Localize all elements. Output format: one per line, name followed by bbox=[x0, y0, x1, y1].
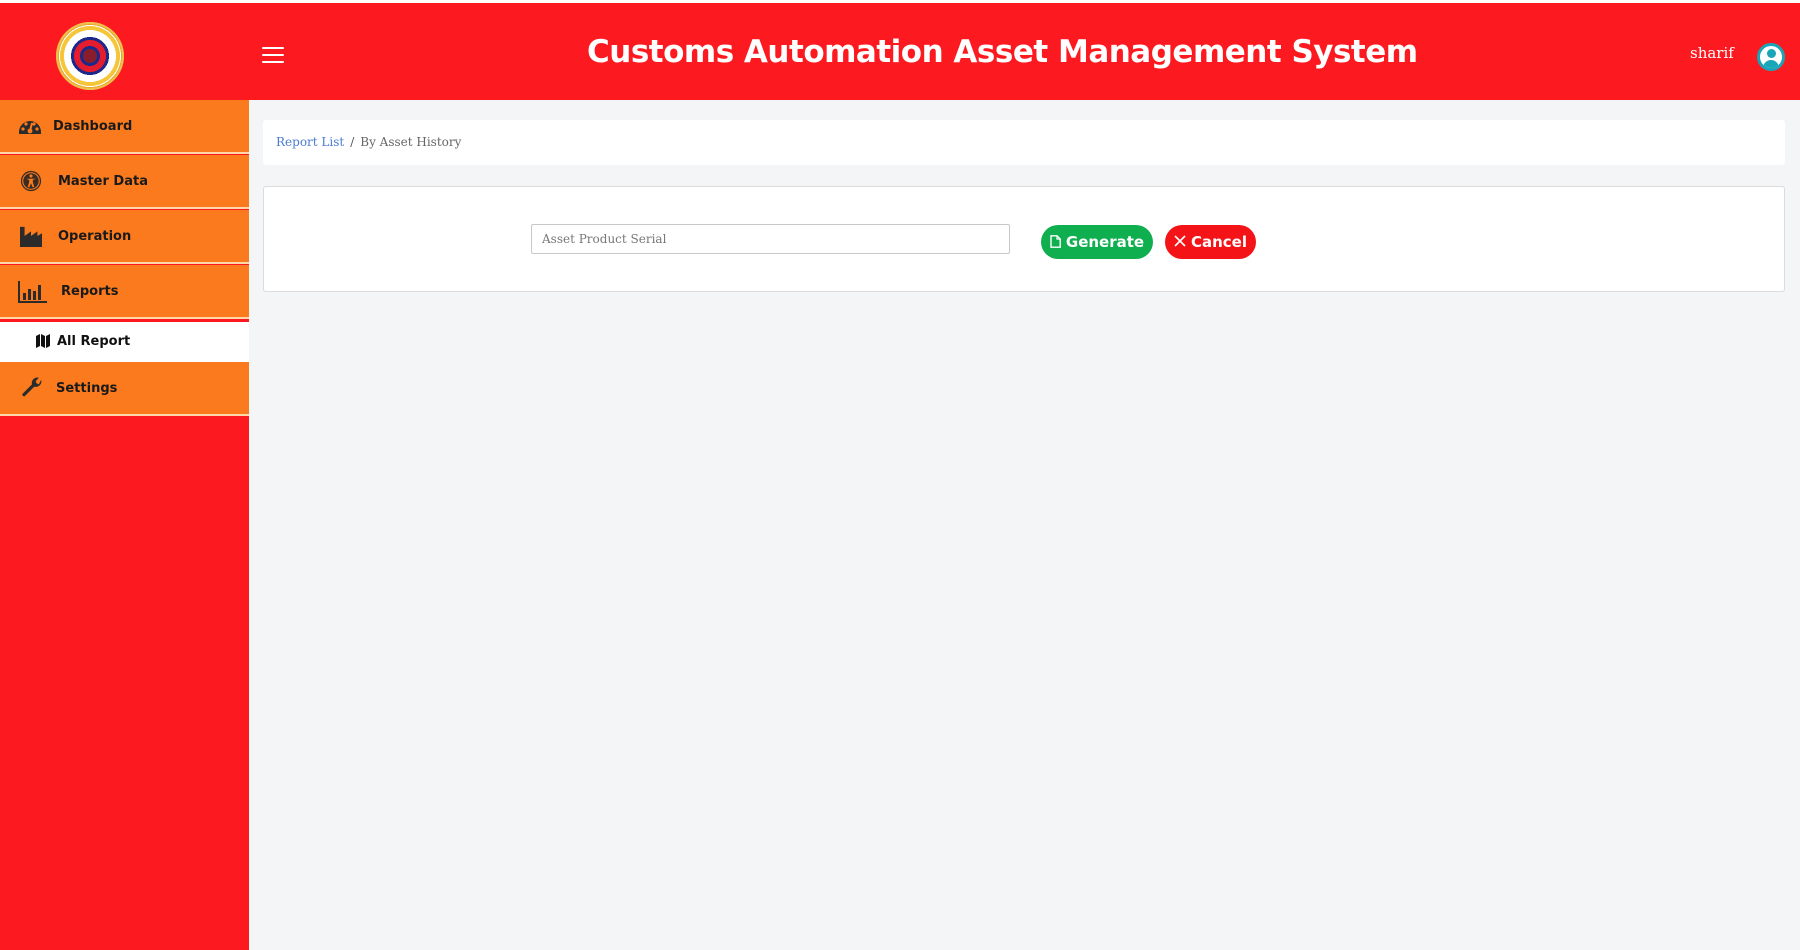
sidebar-item-label: Dashboard bbox=[53, 119, 133, 134]
sidebar-item-settings[interactable]: Settings bbox=[0, 362, 249, 416]
speedometer-icon bbox=[19, 121, 41, 134]
generate-button-label: Generate bbox=[1065, 233, 1145, 251]
cancel-button[interactable]: Cancel bbox=[1165, 225, 1256, 259]
logo-center bbox=[83, 49, 97, 63]
hamburger-menu-icon[interactable] bbox=[262, 47, 284, 63]
user-avatar-icon[interactable] bbox=[1757, 43, 1785, 71]
sidebar-subitem-all-report[interactable]: All Report bbox=[0, 322, 249, 362]
wrench-icon bbox=[22, 377, 42, 397]
sidebar-subitem-label: All Report bbox=[57, 334, 131, 349]
report-form-card: Generate Cancel bbox=[263, 186, 1785, 292]
factory-icon bbox=[20, 226, 42, 247]
main-content: Report List / By Asset History Generate Ca… bbox=[249, 100, 1800, 950]
app-title: Customs Automation Asset Management Syst… bbox=[587, 34, 1418, 70]
username-label[interactable]: sharif bbox=[1690, 44, 1734, 62]
sidebar-item-label: Operation bbox=[58, 229, 132, 244]
close-icon bbox=[1174, 235, 1186, 247]
sidebar-item-master-data[interactable]: Master Data bbox=[0, 155, 249, 209]
customs-seal-logo[interactable] bbox=[56, 22, 124, 90]
asset-product-serial-input[interactable] bbox=[531, 224, 1010, 254]
top-header: Customs Automation Asset Management Syst… bbox=[0, 3, 1800, 100]
breadcrumb-link-report-list[interactable]: Report List bbox=[276, 135, 344, 149]
sidebar-item-operation[interactable]: Operation bbox=[0, 210, 249, 264]
breadcrumb: Report List / By Asset History bbox=[276, 134, 461, 150]
accessibility-icon bbox=[20, 170, 42, 192]
sidebar-item-label: Master Data bbox=[58, 174, 148, 189]
sidebar: Dashboard Master Data Operation Reports … bbox=[0, 100, 249, 950]
sidebar-item-dashboard[interactable]: Dashboard bbox=[0, 100, 249, 154]
generate-button[interactable]: Generate bbox=[1041, 225, 1153, 259]
app-window: Customs Automation Asset Management Syst… bbox=[0, 0, 1800, 950]
breadcrumb-current: By Asset History bbox=[360, 135, 462, 149]
map-icon bbox=[36, 334, 50, 348]
bar-chart-icon bbox=[18, 281, 47, 303]
breadcrumb-separator: / bbox=[350, 135, 355, 149]
breadcrumb-bar: Report List / By Asset History bbox=[263, 120, 1785, 165]
file-icon bbox=[1050, 234, 1061, 248]
sidebar-item-label: Reports bbox=[61, 284, 119, 299]
cancel-button-label: Cancel bbox=[1190, 233, 1247, 251]
sidebar-item-label: Settings bbox=[56, 381, 118, 396]
sidebar-item-reports[interactable]: Reports bbox=[0, 265, 249, 319]
